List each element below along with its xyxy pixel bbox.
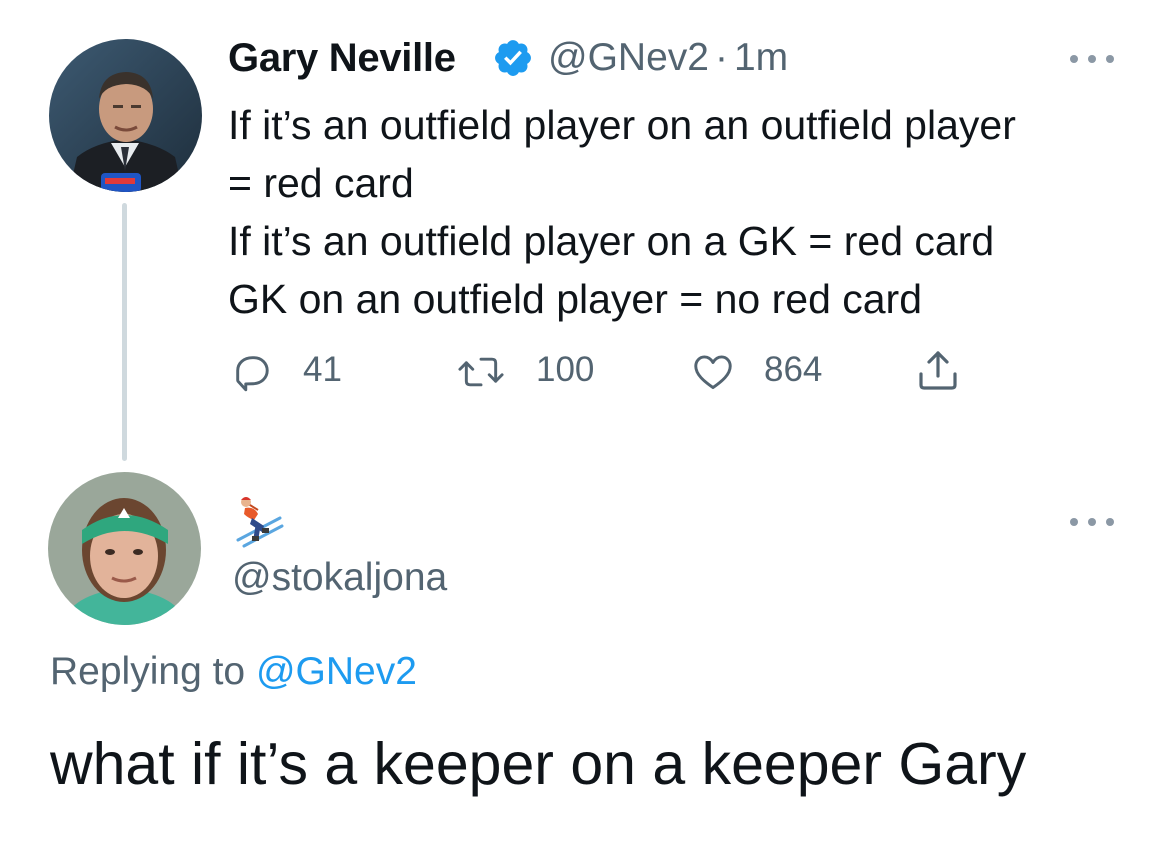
reply-more-options-icon[interactable] [1068,515,1120,529]
more-options-icon[interactable] [1068,52,1120,66]
tweet-time[interactable]: 1m [734,36,788,79]
tweet-text-line: If it’s an outfield player on a GK = red… [228,218,995,264]
replying-to-line: Replying to @GNev2 [50,650,417,694]
reply-handle[interactable]: @stokaljona [232,556,447,600]
thread-connector-line [122,203,127,461]
replying-to-label: Replying to [50,650,246,693]
stokaljona-avatar[interactable] [48,472,201,625]
replying-to-mention[interactable]: @GNev2 [256,650,417,693]
reply-count: 41 [303,350,342,389]
skier-emoji-icon [232,492,284,550]
tweet-text-line: If it’s an outfield player on an outfiel… [228,102,1016,148]
tweet-text-line: GK on an outfield player = no red card [228,276,923,322]
tweet-text-line: = red card [228,160,414,206]
reply-tweet-text: what if it’s a keeper on a keeper Gary [50,731,1027,797]
retweet-icon [458,357,504,387]
author-handle-and-time[interactable]: @GNev2 · 1m [548,36,788,80]
share-icon [919,351,957,390]
separator-dot: · [714,36,728,79]
author-name[interactable]: Gary Neville [228,36,456,81]
reply-icon [236,356,269,392]
author-handle[interactable]: @GNev2 [548,36,709,79]
verified-badge-icon [492,37,534,79]
retweet-count: 100 [536,350,595,389]
like-count: 864 [764,350,823,389]
gary-neville-avatar[interactable] [49,39,202,192]
tweet-text: If it’s an outfield player on an outfiel… [228,96,1128,328]
heart-icon [694,355,732,390]
